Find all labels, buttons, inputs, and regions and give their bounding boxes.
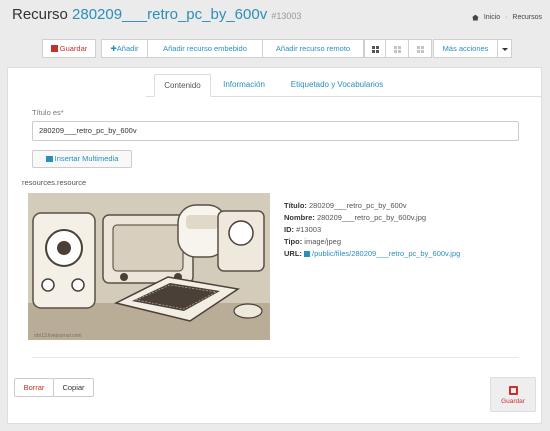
- detail-title: Título: 280209___retro_pc_by_600v: [284, 201, 407, 210]
- detail-url-key: URL:: [284, 249, 302, 258]
- detail-id: ID: #13003: [284, 225, 321, 234]
- breadcrumb-separator: ›: [505, 14, 508, 21]
- tab-informacion[interactable]: Información: [214, 74, 274, 97]
- title-prefix: Recurso: [12, 6, 68, 23]
- floppy-disk-icon: [508, 386, 518, 395]
- home-icon: [471, 14, 479, 21]
- breadcrumb-resources[interactable]: Recursos: [512, 14, 542, 21]
- image-caption: rdn13.livejournal.com: [34, 333, 82, 339]
- save-button[interactable]: Guardar: [42, 39, 96, 58]
- breadcrumb-home[interactable]: Inicio: [484, 14, 500, 21]
- resource-label: resources.resource: [22, 178, 87, 187]
- detail-title-key: Título:: [284, 201, 307, 210]
- add-embedded-button[interactable]: Añadir recurso embebido: [147, 39, 263, 58]
- breadcrumb: Inicio › Recursos: [471, 14, 542, 21]
- large-view-icon: [416, 45, 424, 53]
- detail-url-link[interactable]: /public/files/280209___retro_pc_by_600v.…: [312, 249, 460, 258]
- more-actions-dropdown[interactable]: [497, 39, 512, 58]
- title-input[interactable]: 280209___retro_pc_by_600v: [32, 121, 519, 141]
- detail-url: URL: /public/files/280209___retro_pc_by_…: [284, 249, 460, 258]
- content-divider: [32, 357, 519, 358]
- save-icon: [50, 45, 58, 52]
- resource-name: 280209___retro_pc_by_600v: [72, 6, 268, 23]
- floating-save-button[interactable]: Guardar: [490, 377, 536, 412]
- tab-contenido[interactable]: Contenido: [154, 74, 211, 97]
- detail-type-value: image/jpeg: [304, 237, 341, 246]
- detail-id-key: ID:: [284, 225, 294, 234]
- page-header: Recurso 280209___retro_pc_by_600v #13003…: [0, 0, 550, 38]
- more-actions-button[interactable]: Más acciones: [433, 39, 498, 58]
- copy-button[interactable]: Copiar: [53, 378, 94, 397]
- resource-preview-image[interactable]: rdn13.livejournal.com: [28, 193, 270, 340]
- title-field-label: Título es*: [32, 108, 64, 117]
- image-icon: [45, 156, 53, 162]
- resource-id: #13003: [271, 11, 302, 21]
- detail-type-key: Tipo:: [284, 237, 303, 246]
- more-actions-label: Más acciones: [442, 44, 489, 53]
- add-remote-label: Añadir recurso remoto: [275, 44, 351, 53]
- add-embedded-label: Añadir recurso embebido: [163, 44, 247, 53]
- floating-save-label: Guardar: [501, 398, 525, 405]
- view-grid-button[interactable]: [385, 39, 409, 58]
- detail-name-value: 280209___retro_pc_by_600v.jpg: [316, 213, 427, 222]
- external-link-icon: [304, 251, 311, 257]
- detail-type: Tipo: image/jpeg: [284, 237, 341, 246]
- add-button-label: Añadir: [116, 44, 139, 53]
- insert-media-button[interactable]: Insertar Multimedia: [32, 150, 132, 168]
- detail-title-value: 280209___retro_pc_by_600v: [309, 201, 407, 210]
- view-list-button[interactable]: [364, 39, 386, 58]
- add-button[interactable]: ✚Añadir: [101, 39, 148, 58]
- detail-id-value: #13003: [296, 225, 322, 234]
- delete-button[interactable]: Borrar: [14, 378, 54, 397]
- list-view-icon: [371, 45, 379, 53]
- detail-name: Nombre: 280209___retro_pc_by_600v.jpg: [284, 213, 426, 222]
- tab-etiquetado[interactable]: Etiquetado y Vocabularios: [281, 74, 393, 97]
- view-large-button[interactable]: [408, 39, 432, 58]
- grid-view-icon: [393, 45, 401, 53]
- save-button-label: Guardar: [59, 44, 88, 53]
- add-remote-button[interactable]: Añadir recurso remoto: [262, 39, 364, 58]
- page-title: Recurso 280209___retro_pc_by_600v #13003: [12, 6, 301, 23]
- retro-computer-illustration: rdn13.livejournal.com: [28, 193, 270, 340]
- caret-down-icon: [501, 47, 508, 51]
- insert-media-label: Insertar Multimedia: [54, 154, 119, 163]
- detail-name-key: Nombre:: [284, 213, 315, 222]
